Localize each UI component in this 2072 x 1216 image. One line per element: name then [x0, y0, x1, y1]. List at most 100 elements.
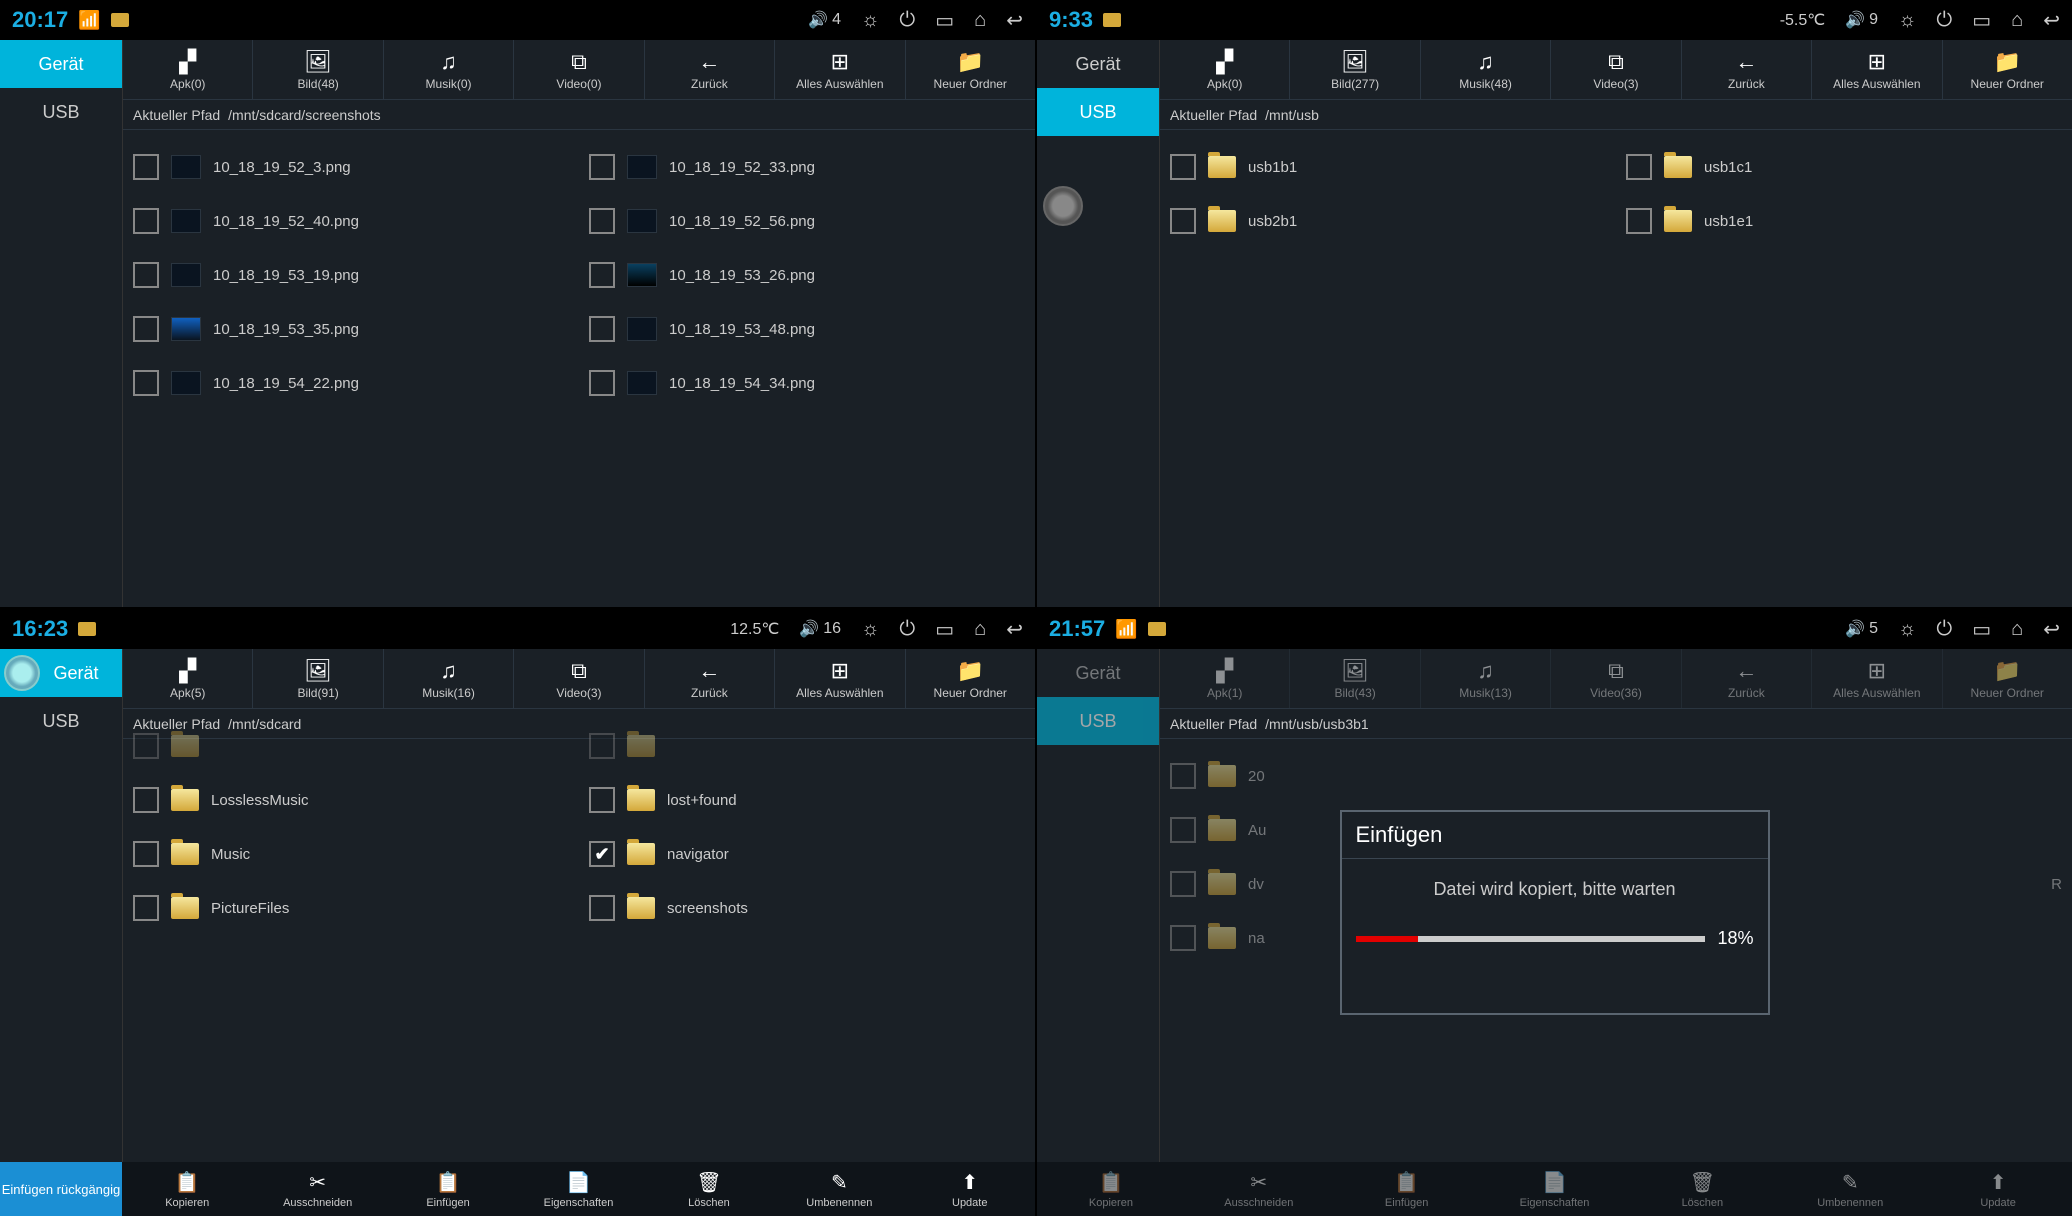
tool-apk[interactable]: ▞Apk(0) — [123, 40, 253, 99]
tool-back[interactable]: ←Zurück — [645, 649, 775, 708]
file-item[interactable]: 10_18_19_52_56.png — [589, 194, 1025, 248]
file-checkbox[interactable] — [133, 316, 159, 342]
tool-newfolder[interactable]: 📁Neuer Ordner — [1943, 649, 2072, 708]
brightness-icon[interactable]: ☼ — [1898, 618, 1916, 641]
power-icon[interactable]: ⏻ — [1936, 618, 1952, 641]
file-item[interactable] — [589, 719, 1025, 773]
tool-video[interactable]: ⧉Video(0) — [514, 40, 644, 99]
file-item[interactable]: LosslessMusic — [133, 773, 569, 827]
undo-paste-button[interactable]: Einfügen rückgängig — [0, 1162, 122, 1216]
file-checkbox[interactable] — [1170, 763, 1196, 789]
tool-apk[interactable]: ▞Apk(5) — [123, 649, 253, 708]
file-checkbox[interactable] — [1170, 208, 1196, 234]
file-checkbox[interactable] — [1626, 208, 1652, 234]
file-item[interactable]: 10_18_19_53_48.png — [589, 302, 1025, 356]
rename-button[interactable]: ✎Umbenennen — [1776, 1162, 1924, 1216]
file-checkbox[interactable] — [589, 841, 615, 867]
file-item[interactable] — [133, 719, 569, 773]
tool-newfolder[interactable]: 📁Neuer Ordner — [906, 40, 1035, 99]
tool-selectall[interactable]: ⊞Alles Auswählen — [775, 40, 905, 99]
tool-video[interactable]: ⧉Video(3) — [514, 649, 644, 708]
tool-selectall[interactable]: ⊞Alles Auswählen — [1812, 649, 1942, 708]
file-checkbox[interactable] — [1170, 817, 1196, 843]
tool-selectall[interactable]: ⊞Alles Auswählen — [1812, 40, 1942, 99]
file-checkbox[interactable] — [133, 262, 159, 288]
sidebar-item-geraet[interactable]: Gerät — [0, 649, 122, 697]
copy-button[interactable]: 📋Kopieren — [122, 1162, 252, 1216]
tool-back[interactable]: ←Zurück — [1682, 649, 1812, 708]
home-icon[interactable]: ⌂ — [974, 618, 986, 641]
file-checkbox[interactable] — [133, 841, 159, 867]
power-icon[interactable]: ⏻ — [899, 618, 915, 641]
tool-apk[interactable]: ▞Apk(1) — [1160, 649, 1290, 708]
file-checkbox[interactable] — [133, 895, 159, 921]
file-item[interactable]: 20 — [1170, 749, 1606, 803]
tool-musik[interactable]: ♫Musik(13) — [1421, 649, 1551, 708]
file-checkbox[interactable] — [1170, 925, 1196, 951]
file-checkbox[interactable] — [133, 208, 159, 234]
tool-musik[interactable]: ♫Musik(16) — [384, 649, 514, 708]
sidebar-item-geraet[interactable]: Gerät — [1037, 649, 1159, 697]
file-checkbox[interactable] — [589, 208, 615, 234]
tool-video[interactable]: ⧉Video(3) — [1551, 40, 1681, 99]
sidebar-item-usb[interactable]: USB — [0, 88, 122, 136]
file-item[interactable]: 10_18_19_53_35.png — [133, 302, 569, 356]
power-icon[interactable]: ⏻ — [899, 9, 915, 32]
tool-bild[interactable]: 🖼Bild(48) — [253, 40, 383, 99]
tool-musik[interactable]: ♫Musik(0) — [384, 40, 514, 99]
rename-button[interactable]: ✎Umbenennen — [774, 1162, 904, 1216]
cut-button[interactable]: ✂Ausschneiden — [252, 1162, 382, 1216]
file-item[interactable] — [1626, 749, 2062, 803]
sidebar-item-usb[interactable]: USB — [0, 697, 122, 745]
home-icon[interactable]: ⌂ — [2011, 618, 2023, 641]
paste-button[interactable]: 📋Einfügen — [1333, 1162, 1481, 1216]
delete-button[interactable]: 🗑Löschen — [1628, 1162, 1776, 1216]
tool-newfolder[interactable]: 📁Neuer Ordner — [1943, 40, 2072, 99]
tool-bild[interactable]: 🖼Bild(43) — [1290, 649, 1420, 708]
brightness-icon[interactable]: ☼ — [861, 9, 879, 32]
tool-back[interactable]: ←Zurück — [1682, 40, 1812, 99]
file-checkbox[interactable] — [133, 370, 159, 396]
file-item[interactable]: 10_18_19_53_26.png — [589, 248, 1025, 302]
assistive-touch[interactable] — [1043, 186, 1083, 226]
tool-video[interactable]: ⧉Video(36) — [1551, 649, 1681, 708]
file-checkbox[interactable] — [589, 154, 615, 180]
sidebar-item-geraet[interactable]: Gerät — [1037, 40, 1159, 88]
power-icon[interactable]: ⏻ — [1936, 9, 1952, 32]
file-item[interactable]: 10_18_19_52_3.png — [133, 140, 569, 194]
sidebar-item-usb[interactable]: USB — [1037, 697, 1159, 745]
file-checkbox[interactable] — [589, 895, 615, 921]
tool-bild[interactable]: 🖼Bild(91) — [253, 649, 383, 708]
file-checkbox[interactable] — [1170, 871, 1196, 897]
file-checkbox[interactable] — [133, 154, 159, 180]
tool-back[interactable]: ←Zurück — [645, 40, 775, 99]
file-checkbox[interactable] — [589, 370, 615, 396]
properties-button[interactable]: 📄Eigenschaften — [513, 1162, 643, 1216]
sidebar-item-geraet[interactable]: Gerät — [0, 40, 122, 88]
back-icon[interactable]: ↩ — [2043, 617, 2060, 642]
properties-button[interactable]: 📄Eigenschaften — [1481, 1162, 1629, 1216]
tool-musik[interactable]: ♫Musik(48) — [1421, 40, 1551, 99]
back-icon[interactable]: ↩ — [2043, 8, 2060, 33]
brightness-icon[interactable]: ☼ — [1898, 9, 1916, 32]
update-button[interactable]: ⬆Update — [1924, 1162, 2072, 1216]
file-checkbox[interactable] — [589, 316, 615, 342]
file-item[interactable]: PictureFiles — [133, 881, 569, 935]
file-item[interactable]: usb2b1 — [1170, 194, 1606, 248]
file-checkbox[interactable] — [589, 733, 615, 759]
back-icon[interactable]: ↩ — [1006, 8, 1023, 33]
home-icon[interactable]: ⌂ — [2011, 9, 2023, 32]
file-item[interactable]: navigator — [589, 827, 1025, 881]
file-checkbox[interactable] — [133, 733, 159, 759]
file-checkbox[interactable] — [1170, 154, 1196, 180]
cut-button[interactable]: ✂Ausschneiden — [1185, 1162, 1333, 1216]
file-checkbox[interactable] — [589, 262, 615, 288]
file-item[interactable]: 10_18_19_52_40.png — [133, 194, 569, 248]
recent-icon[interactable]: ▭ — [935, 8, 954, 33]
file-item[interactable]: 10_18_19_52_33.png — [589, 140, 1025, 194]
tool-selectall[interactable]: ⊞Alles Auswählen — [775, 649, 905, 708]
update-button[interactable]: ⬆Update — [905, 1162, 1035, 1216]
copy-button[interactable]: 📋Kopieren — [1037, 1162, 1185, 1216]
tool-newfolder[interactable]: 📁Neuer Ordner — [906, 649, 1035, 708]
file-item[interactable]: Music — [133, 827, 569, 881]
